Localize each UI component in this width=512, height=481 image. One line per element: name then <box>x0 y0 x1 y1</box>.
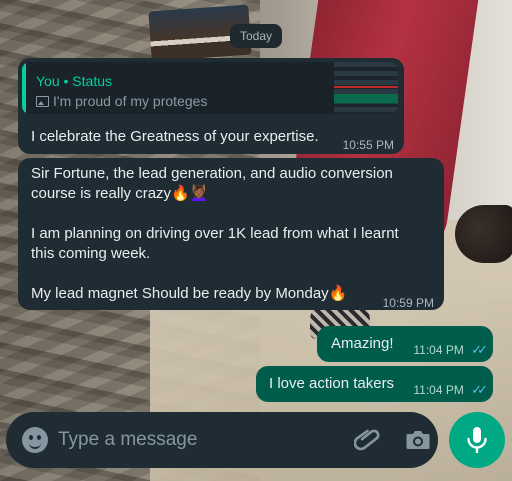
quote-status-text: I'm proud of my proteges <box>36 91 207 111</box>
message-composer[interactable]: Type a message <box>6 412 438 468</box>
date-separator: Today <box>230 24 283 48</box>
message-line-3: I am planning on driving over 1K lead fr… <box>31 225 399 242</box>
message-bubble-incoming[interactable]: Sir Fortune, the lead generation, and au… <box>18 158 444 310</box>
status-thumbnail <box>334 62 398 114</box>
message-time: 10:55 PM <box>342 138 394 152</box>
message-line-2: course is really crazy🔥💆🏾‍♀️ <box>31 185 209 202</box>
message-meta: 11:04 PM ✓✓ <box>413 380 488 400</box>
message-input[interactable]: Type a message <box>58 429 197 451</box>
message-text: I celebrate the Greatness of your expert… <box>31 128 319 145</box>
read-receipt-icon: ✓✓ <box>471 342 488 357</box>
message-bubble-outgoing[interactable]: I love action takers 11:04 PM ✓✓ <box>256 366 493 402</box>
message-bubble-outgoing[interactable]: Amazing! 11:04 PM ✓✓ <box>317 326 493 362</box>
wallpaper-shoe <box>455 205 512 263</box>
message-text: Amazing! <box>331 335 394 352</box>
read-receipt-icon: ✓✓ <box>471 382 488 397</box>
message-meta: 11:04 PM ✓✓ <box>413 340 488 360</box>
image-icon <box>36 95 49 107</box>
emoji-icon[interactable] <box>22 427 48 453</box>
quote-status-caption: I'm proud of my proteges <box>53 93 208 109</box>
paperclip-icon[interactable] <box>353 426 380 454</box>
message-text: I love action takers <box>269 375 395 392</box>
voice-message-button[interactable] <box>449 412 505 468</box>
message-time: 10:59 PM <box>382 296 434 310</box>
quote-accent-bar <box>22 62 26 114</box>
message-line-1: Sir Fortune, the lead generation, and au… <box>31 165 393 182</box>
message-time: 11:04 PM <box>413 383 464 397</box>
message-line-5: My lead magnet Should be ready by Monday… <box>31 285 348 302</box>
message-bubble-reply[interactable]: You • Status I'm proud of my proteges I … <box>18 58 404 154</box>
message-time: 11:04 PM <box>413 343 464 357</box>
quoted-status[interactable]: You • Status I'm proud of my proteges <box>22 62 398 114</box>
camera-icon[interactable] <box>405 428 431 452</box>
microphone-icon <box>467 427 487 453</box>
quote-sender: You • Status <box>36 73 112 89</box>
message-line-4: this coming week. <box>31 245 151 262</box>
